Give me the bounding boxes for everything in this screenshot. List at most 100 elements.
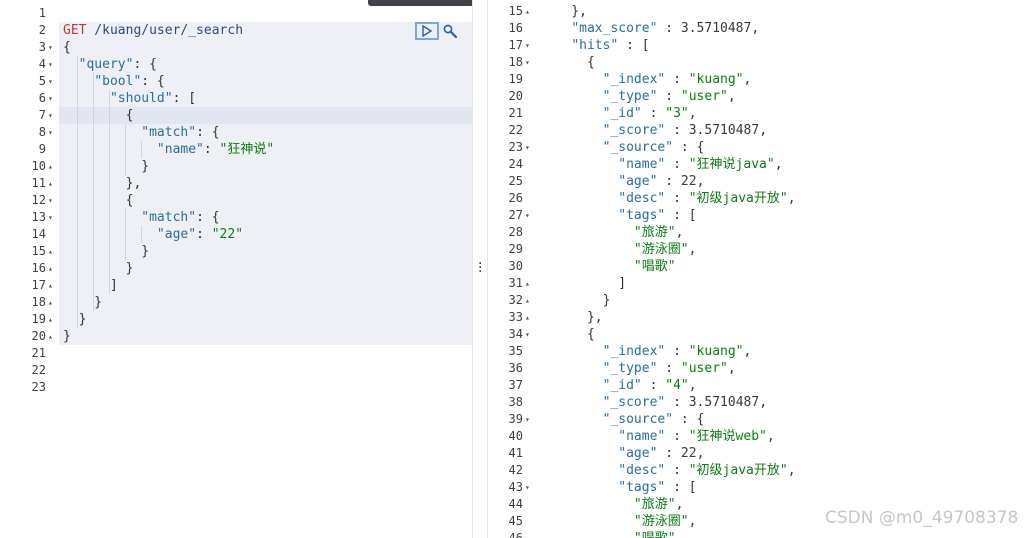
code-token: { [63, 40, 71, 55]
request-editor[interactable]: 1 2 3 ▾ 4 ▾ 5 ▾ 6 ▾ 7 ▾ 8 ▾ 9 10 ▴ 11 ▴ 12 ▾ 13 ▾ 14 15 ▴ 16 ▴ 17 ▴ 18… [0, 0, 472, 538]
fold-caret-down-icon[interactable]: ▾ [525, 139, 530, 156]
fold-caret-down-icon[interactable]: ▾ [525, 37, 530, 54]
code-token: GET [63, 23, 87, 38]
fold-caret-up-icon[interactable]: ▴ [48, 311, 53, 328]
code-line: "name": "狂神说" [63, 141, 274, 158]
fold-caret-up-icon[interactable]: ▴ [48, 328, 53, 345]
code-line: } [63, 243, 149, 260]
code-line: { [63, 192, 134, 209]
code-token: "bool" [94, 74, 142, 89]
code-line: "match": { [63, 124, 219, 141]
line-number: 20 [31, 329, 46, 343]
request-settings-button[interactable] [441, 22, 459, 40]
code-token: "desc" [618, 191, 666, 206]
fold-caret-down-icon[interactable]: ▾ [48, 90, 53, 107]
code-line: "match": { [63, 209, 219, 226]
code-token: : [657, 174, 681, 189]
response-viewer[interactable]: 15 ▴ 16 17 ▾ 18 ▾ 19 20 21 22 23 ▾ 24 25 26 27 ▾ 28 29 30 31 ▴… [488, 0, 1036, 538]
code-token: : [657, 89, 681, 104]
response-gutter: 15 ▴ 16 17 ▾ 18 ▾ 19 20 21 22 23 ▾ 24 25 26 27 ▾ 28 29 30 31 ▴… [488, 0, 536, 538]
code-line: }, [63, 175, 142, 192]
pane-resize-divider[interactable]: · · · [472, 0, 488, 538]
code-line: "_type" : "user", [540, 88, 736, 105]
fold-caret-down-icon[interactable]: ▾ [48, 107, 53, 124]
code-line: "_id" : "3", [540, 105, 697, 122]
line-number: 15 [31, 244, 46, 258]
fold-caret-down-icon[interactable]: ▾ [48, 56, 53, 73]
fold-caret-up-icon[interactable]: ▴ [48, 158, 53, 175]
line-number: 16 [31, 261, 46, 275]
line-number: 21 [31, 346, 46, 360]
indent-guide [125, 124, 126, 175]
line-number: 36 [508, 361, 523, 375]
code-line: "hits" : [ [540, 37, 649, 54]
line-number: 5 [38, 74, 46, 88]
fold-caret-down-icon[interactable]: ▾ [48, 39, 53, 56]
line-number: 38 [508, 395, 523, 409]
code-token: : [665, 191, 689, 206]
line-number: 9 [38, 142, 46, 156]
fold-caret-up-icon[interactable]: ▴ [525, 309, 530, 326]
code-token: : [ [665, 480, 697, 495]
line-number: 37 [508, 378, 523, 392]
code-line: } [63, 311, 87, 328]
code-line: "max_score" : 3.5710487, [540, 20, 759, 37]
fold-caret-up-icon[interactable]: ▴ [48, 243, 53, 260]
code-token: "_index" [602, 72, 666, 87]
code-token: : { [133, 57, 157, 72]
fold-caret-up-icon[interactable]: ▴ [48, 294, 53, 311]
request-code[interactable]: GET /kuang/user/_search{ "query": { "boo… [59, 0, 472, 538]
code-token: : [657, 361, 681, 376]
fold-caret-up-icon[interactable]: ▴ [525, 292, 530, 309]
code-line: } [63, 158, 149, 175]
fold-caret-down-icon[interactable]: ▾ [48, 192, 53, 209]
fold-caret-down-icon[interactable]: ▾ [525, 326, 530, 343]
code-token: "初级java开放" [688, 191, 788, 206]
fold-caret-up-icon[interactable]: ▴ [48, 175, 53, 192]
fold-caret-down-icon[interactable]: ▾ [525, 411, 530, 428]
fold-caret-down-icon[interactable]: ▾ [48, 124, 53, 141]
fold-caret-down-icon[interactable]: ▾ [525, 479, 530, 496]
code-token: "name" [618, 429, 666, 444]
line-number: 15 [508, 4, 523, 18]
fold-caret-up-icon[interactable]: ▴ [48, 260, 53, 277]
line-number: 41 [508, 446, 523, 460]
code-token: "hits" [571, 38, 619, 53]
code-token: 3.5710487 [688, 395, 760, 410]
code-token: } [63, 329, 71, 344]
line-number: 8 [38, 125, 46, 139]
line-number: 21 [508, 106, 523, 120]
wrench-icon [443, 24, 458, 39]
fold-caret-up-icon[interactable]: ▴ [48, 277, 53, 294]
code-line: "唱歌" [540, 530, 676, 538]
fold-caret-down-icon[interactable]: ▾ [48, 73, 53, 90]
code-line: "_score" : 3.5710487, [540, 122, 767, 139]
fold-caret-up-icon[interactable]: ▴ [525, 275, 530, 292]
fold-caret-up-icon[interactable]: ▴ [525, 3, 530, 20]
code-line: }, [540, 3, 587, 20]
line-number: 2 [38, 23, 46, 37]
code-token: } [63, 159, 150, 174]
line-number: 33 [508, 310, 523, 324]
code-token: "max_score" [571, 21, 658, 36]
fold-caret-down-icon[interactable]: ▾ [48, 209, 53, 226]
run-tooltip [368, 0, 472, 6]
code-token: }, [63, 176, 142, 191]
fold-caret-down-icon[interactable]: ▾ [525, 207, 530, 224]
code-token: , [759, 395, 768, 410]
code-token: : { [673, 140, 705, 155]
run-request-button[interactable] [415, 22, 439, 40]
code-token: : [ [665, 208, 697, 223]
indent-guide [141, 141, 142, 158]
fold-caret-down-icon[interactable]: ▾ [525, 54, 530, 71]
